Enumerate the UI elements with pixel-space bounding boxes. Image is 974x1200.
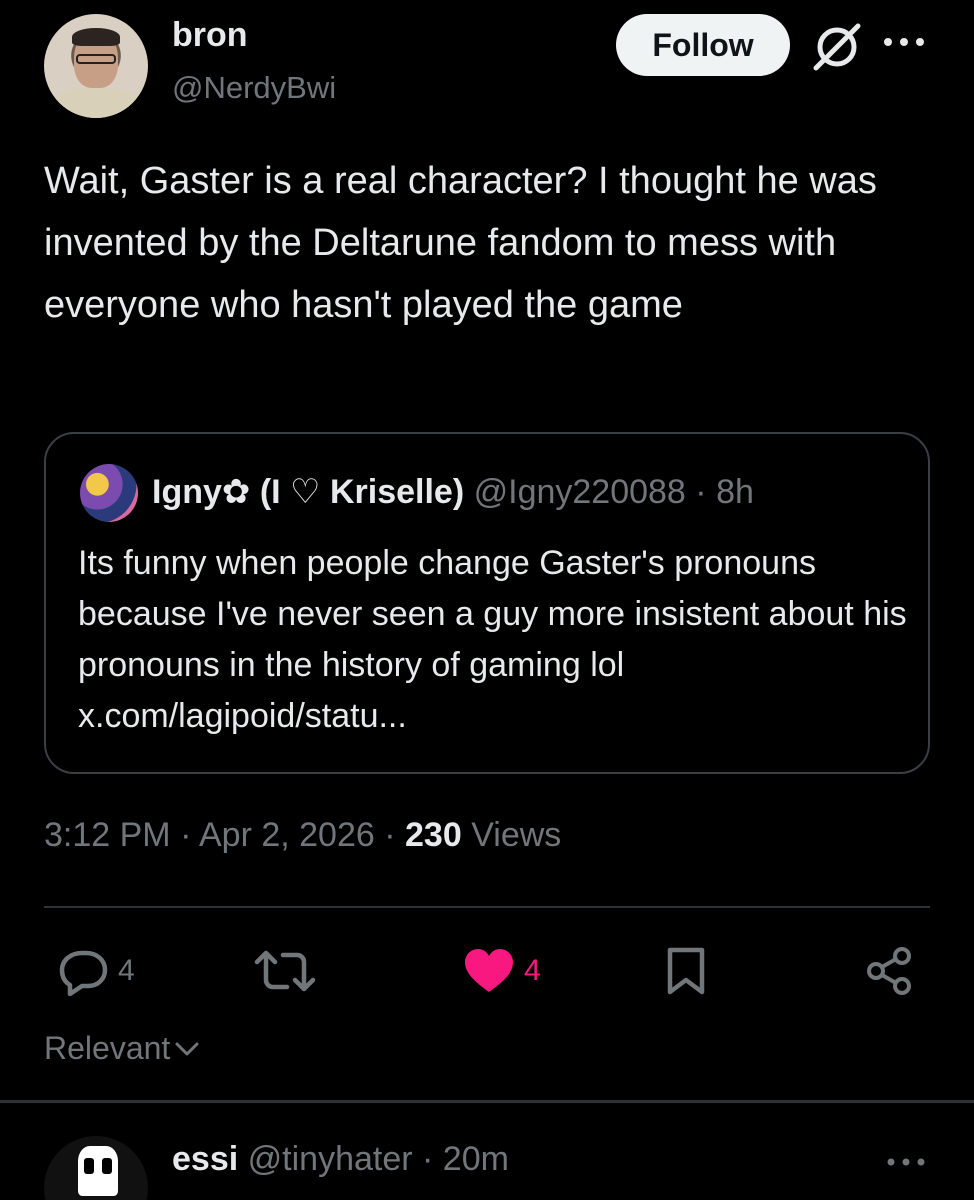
like-button[interactable]: 4 (462, 946, 541, 996)
quote-author-handle: @Igny220088 (473, 473, 686, 511)
post-text: Wait, Gaster is a real character? I thou… (44, 160, 877, 326)
quote-age: 8h (716, 473, 754, 511)
reply-header: essi @tinyhater · 20m (172, 1140, 509, 1179)
retweet-icon (254, 950, 316, 992)
quote-header: Igny✿ (I ♡ Kriselle) @Igny220088 · 8h (152, 472, 754, 512)
quoted-post[interactable]: Igny✿ (I ♡ Kriselle) @Igny220088 · 8h It… (44, 432, 930, 774)
retweet-button[interactable] (254, 946, 316, 996)
views-count: 230 (405, 816, 462, 854)
quote-text: Its funny when people change Gaster's pr… (78, 544, 907, 735)
follow-button[interactable]: Follow (616, 14, 790, 76)
grok-icon[interactable] (808, 18, 866, 76)
reply-author-handle[interactable]: @tinyhater (248, 1140, 413, 1178)
quote-author-avatar (80, 464, 138, 522)
quote-separator: · (695, 473, 707, 511)
sort-label: Relevant (44, 1030, 171, 1066)
reply-age: 20m (442, 1140, 509, 1178)
reply-author-avatar[interactable] (44, 1136, 148, 1200)
reply-separator: · (422, 1140, 434, 1178)
author-avatar[interactable] (44, 14, 148, 118)
divider (44, 906, 930, 908)
reply-more-icon[interactable] (884, 1152, 928, 1172)
reply-icon (59, 950, 108, 996)
heart-icon (465, 949, 513, 992)
bookmark-icon (667, 947, 705, 995)
reply-author-name[interactable]: essi (172, 1140, 238, 1178)
views-label: Views (471, 816, 562, 854)
share-icon (867, 947, 911, 995)
share-button[interactable] (864, 946, 914, 996)
post-time[interactable]: 3:12 PM (44, 816, 171, 854)
author-handle[interactable]: @NerdyBwi (172, 70, 336, 106)
bookmark-button[interactable] (664, 946, 708, 996)
like-count: 4 (524, 954, 541, 987)
sort-replies-dropdown[interactable]: Relevant (44, 1030, 200, 1067)
quote-author-name: Igny✿ (I ♡ Kriselle) (152, 473, 465, 511)
author-name[interactable]: bron (172, 16, 248, 55)
divider (0, 1100, 974, 1103)
meta-separator: · (384, 816, 396, 854)
meta-separator: · (180, 816, 192, 854)
chevron-down-icon (175, 1042, 199, 1055)
post-date[interactable]: Apr 2, 2026 (199, 816, 375, 854)
more-icon[interactable] (880, 30, 928, 54)
post-meta: 3:12 PM · Apr 2, 2026 · 230 Views (44, 816, 561, 855)
reply-button[interactable]: 4 (56, 946, 135, 996)
reply-count: 4 (118, 954, 135, 987)
